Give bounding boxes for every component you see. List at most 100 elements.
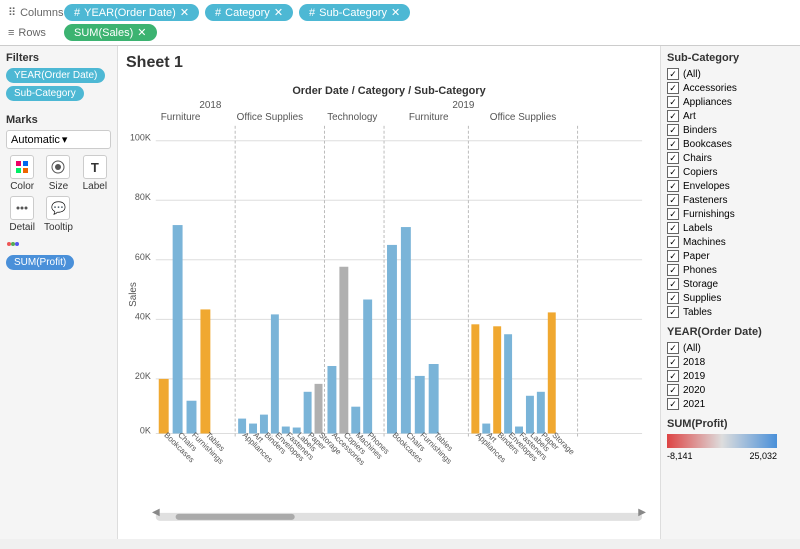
- sub-category-pill[interactable]: # Sub-Category ✕: [299, 4, 410, 21]
- legend-item-copiers[interactable]: ✓Copiers: [667, 166, 794, 178]
- chart-subtitle: Order Date / Category / Sub-Category: [292, 85, 485, 97]
- filter-subcategory-pill[interactable]: Sub-Category: [6, 86, 84, 101]
- checkbox-icon: ✓: [667, 124, 679, 136]
- bar-2018-paper: [304, 392, 312, 434]
- bar-2019-bookcases: [387, 245, 397, 434]
- bar-2019-storage: [548, 312, 556, 433]
- color-gradient-section: -8,141 25,032: [667, 434, 794, 461]
- bar-2018-chairs: [173, 225, 183, 433]
- tooltip-icon: 💬: [46, 196, 70, 220]
- columns-row: ⠿ Columns # YEAR(Order Date) ✕ # Categor…: [8, 4, 792, 21]
- sum-sales-pill[interactable]: SUM(Sales) ✕: [64, 24, 157, 41]
- svg-text:20K: 20K: [135, 371, 151, 381]
- year-2019-label: 2019: [452, 100, 475, 111]
- bar-2018-phones: [363, 300, 372, 434]
- bar-2018-tables: [200, 309, 210, 433]
- year-legend-title: YEAR(Order Date): [667, 326, 794, 338]
- checkbox-icon: ✓: [667, 306, 679, 318]
- sheet-title: Sheet 1: [126, 54, 652, 72]
- checkbox-icon: ✓: [667, 264, 679, 276]
- bar-2018-binders: [260, 415, 268, 434]
- legend-year-item--All-[interactable]: ✓(All): [667, 342, 794, 354]
- detail-icon: [10, 196, 34, 220]
- bar-2018-accessories: [327, 366, 336, 433]
- legend-item-fasteners[interactable]: ✓Fasteners: [667, 194, 794, 206]
- svg-text:◀: ◀: [152, 507, 160, 518]
- legend-item-binders[interactable]: ✓Binders: [667, 124, 794, 136]
- marks-title: Marks: [6, 114, 111, 126]
- svg-text:0K: 0K: [140, 425, 151, 435]
- legend-item-chairs[interactable]: ✓Chairs: [667, 152, 794, 164]
- sum-profit-section: SUM(Profit): [6, 239, 111, 270]
- svg-text:40K: 40K: [135, 311, 151, 321]
- legend-item-paper[interactable]: ✓Paper: [667, 250, 794, 262]
- legend-item-storage[interactable]: ✓Storage: [667, 278, 794, 290]
- legend-item-bookcases[interactable]: ✓Bookcases: [667, 138, 794, 150]
- cat-tech: Technology: [327, 112, 377, 123]
- legend-item-art[interactable]: ✓Art: [667, 110, 794, 122]
- filters-title: Filters: [6, 52, 111, 64]
- bar-2019-chairs: [401, 227, 411, 433]
- checkbox-icon: ✓: [667, 194, 679, 206]
- bar-2018-bookcases: [159, 379, 169, 434]
- legend-year-item-2021[interactable]: ✓2021: [667, 398, 794, 410]
- svg-text:▶: ▶: [638, 507, 646, 518]
- bar-2019-labels: [526, 396, 534, 434]
- bar-2018-copiers: [339, 267, 348, 434]
- legend-year-item-2019[interactable]: ✓2019: [667, 370, 794, 382]
- marks-label-item[interactable]: T Label: [79, 155, 111, 192]
- scrollbar-thumb[interactable]: [176, 514, 295, 520]
- year-pill-icon: #: [74, 7, 80, 19]
- legend-year-item-2018[interactable]: ✓2018: [667, 356, 794, 368]
- legend-item-supplies[interactable]: ✓Supplies: [667, 292, 794, 304]
- bar-2018-storage: [315, 384, 323, 434]
- cat-furniture1: Furniture: [161, 112, 201, 123]
- cat-office1: Office Supplies: [237, 112, 303, 123]
- marks-color-item[interactable]: Color: [6, 155, 38, 192]
- legend-item-envelopes[interactable]: ✓Envelopes: [667, 180, 794, 192]
- marks-size-item[interactable]: Size: [42, 155, 74, 192]
- sub-category-legend-list: ✓(All) ✓Accessories ✓Appliances ✓Art ✓Binder…: [667, 68, 794, 318]
- right-sidebar: Sub-Category ✓(All)✓Accessories✓Applianc…: [660, 46, 800, 539]
- svg-text:100K: 100K: [130, 133, 151, 143]
- legend-item-tables[interactable]: ✓Tables: [667, 306, 794, 318]
- columns-label: ⠿ Columns: [8, 6, 58, 19]
- checkbox-icon: ✓: [667, 292, 679, 304]
- checkbox-icon: ✓: [667, 138, 679, 150]
- bar-2019-paper: [537, 392, 545, 434]
- marks-type-dropdown[interactable]: Automatic ▾: [6, 130, 111, 149]
- checkbox-icon: ✓: [667, 68, 679, 80]
- gradient-bar: [667, 434, 777, 448]
- bar-2019-binders: [493, 326, 501, 433]
- legend-item-appliances[interactable]: ✓Appliances: [667, 96, 794, 108]
- legend-item-labels[interactable]: ✓Labels: [667, 222, 794, 234]
- legend-item-accessories[interactable]: ✓Accessories: [667, 82, 794, 94]
- marks-grid: Color Size T Label Detail: [6, 155, 111, 233]
- legend-item-furnishings[interactable]: ✓Furnishings: [667, 208, 794, 220]
- bar-2018-furnishings: [187, 401, 197, 434]
- marks-type-label: Automatic: [11, 134, 60, 146]
- year-2018-label: 2018: [199, 100, 222, 111]
- legend-year-item-2020[interactable]: ✓2020: [667, 384, 794, 396]
- checkbox-icon: ✓: [667, 152, 679, 164]
- legend-item-phones[interactable]: ✓Phones: [667, 264, 794, 276]
- year-order-date-pill[interactable]: # YEAR(Order Date) ✕: [64, 4, 199, 21]
- legend-item-machines[interactable]: ✓Machines: [667, 236, 794, 248]
- sum-profit-pill[interactable]: SUM(Profit): [6, 255, 74, 270]
- checkbox-icon: ✓: [667, 250, 679, 262]
- rows-row: ≡ Rows SUM(Sales) ✕: [8, 24, 792, 41]
- category-pill[interactable]: # Category ✕: [205, 4, 293, 21]
- chart-container: Order Date / Category / Sub-Category 201…: [126, 76, 652, 523]
- checkbox-icon: ✓: [667, 96, 679, 108]
- bar-2018-appliances: [238, 419, 246, 434]
- marks-detail-item[interactable]: Detail: [6, 196, 38, 233]
- bar-2018-envelopes: [271, 314, 279, 433]
- filter-year-pill[interactable]: YEAR(Order Date): [6, 68, 105, 83]
- main-layout: Filters YEAR(Order Date) Sub-Category Ma…: [0, 46, 800, 539]
- sum-profit-legend-title: SUM(Profit): [667, 418, 794, 430]
- left-sidebar: Filters YEAR(Order Date) Sub-Category Ma…: [0, 46, 118, 539]
- legend-item--all-[interactable]: ✓(All): [667, 68, 794, 80]
- bar-2019-furnishings: [415, 376, 425, 434]
- marks-tooltip-item[interactable]: 💬 Tooltip: [42, 196, 74, 233]
- rows-label: ≡ Rows: [8, 27, 58, 39]
